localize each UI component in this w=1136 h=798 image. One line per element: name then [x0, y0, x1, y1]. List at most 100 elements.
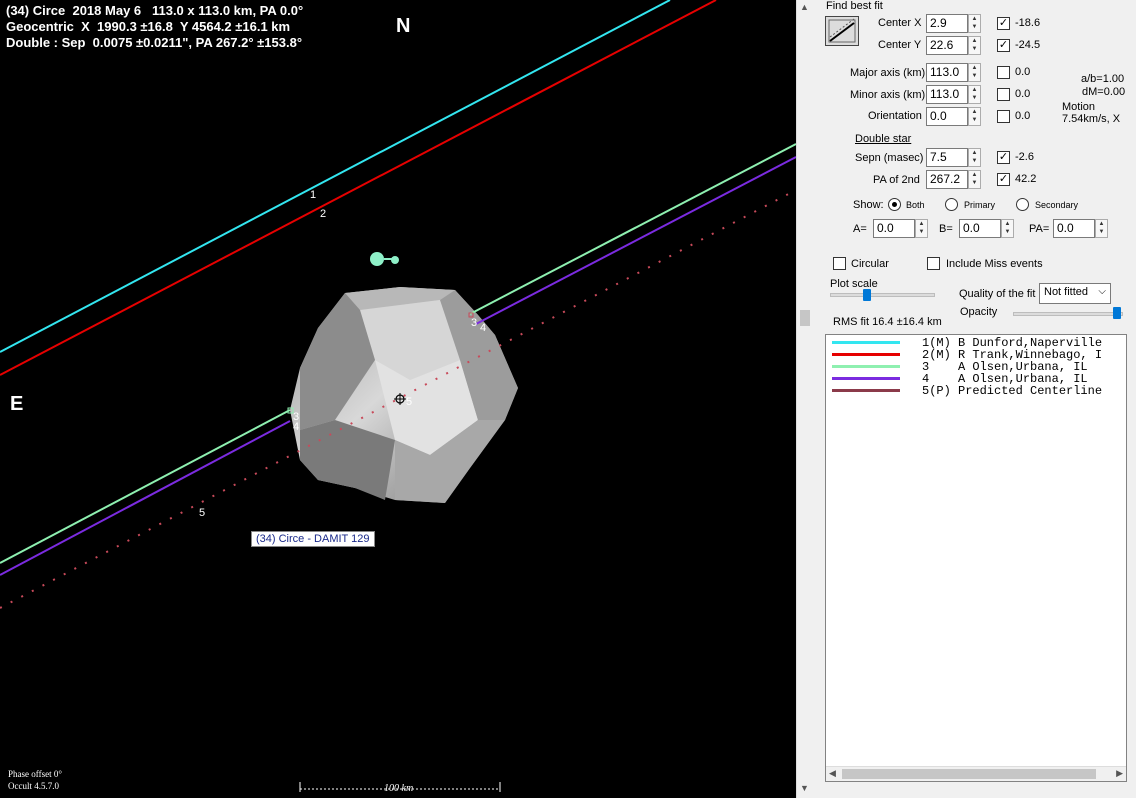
list-item[interactable]: 5(P) Predicted Centerline [830, 385, 1126, 397]
scroll-right-icon[interactable]: ▶ [1116, 768, 1123, 779]
chord-4-line-right [475, 156, 796, 325]
double-star-heading: Double star [855, 133, 912, 145]
motion-value: 7.54km/s, X [1062, 113, 1121, 125]
pa2-checkbox[interactable]: ✓ [997, 173, 1010, 186]
scroll-down-icon[interactable]: ▼ [800, 783, 809, 793]
plot-scale-slider[interactable] [863, 289, 871, 301]
chart-icon [828, 18, 856, 43]
major-axis-label: Major axis (km) [850, 67, 926, 79]
plot-scale-track[interactable] [830, 293, 935, 297]
rms-fit-text: RMS fit 16.4 ±16.4 km [833, 316, 942, 328]
center-x-label: Center X [878, 17, 922, 29]
sepn-checkbox[interactable]: ✓ [997, 151, 1010, 164]
chord-3-line-left [0, 409, 291, 564]
chord-swatch [832, 365, 900, 368]
minor-axis-input[interactable]: 113.0 [926, 85, 968, 104]
find-best-fit-button[interactable] [825, 16, 859, 46]
plot-header-double: Double : Sep 0.0075 ±0.0211", PA 267.2° … [6, 35, 303, 50]
orientation-spinner[interactable]: ▲ ▼ [968, 107, 981, 126]
phase-offset-text: Phase offset 0° [8, 769, 62, 779]
chord-label-2: 2 [320, 208, 327, 220]
show-secondary-label: Secondary [1035, 200, 1079, 210]
center-x-input[interactable]: 2.9 [926, 14, 968, 33]
opacity-slider[interactable] [1113, 307, 1121, 319]
show-primary-label: Primary [964, 200, 995, 210]
b-spinner[interactable]: ▲ ▼ [1001, 219, 1014, 238]
chord-swatch [832, 377, 900, 380]
b-label: B= [939, 223, 953, 235]
circular-label: Circular [851, 258, 889, 270]
chord-swatch [832, 341, 900, 344]
sepn-fit-value: -2.6 [1015, 151, 1034, 163]
version-text: Occult 4.5.7.0 [8, 781, 59, 791]
orientation-checkbox[interactable] [997, 110, 1010, 123]
center-y-spinner[interactable]: ▲ ▼ [968, 36, 981, 55]
major-axis-spinner[interactable]: ▲ ▼ [968, 63, 981, 82]
pa2-fit-value: 42.2 [1015, 173, 1037, 185]
a-label: A= [853, 223, 867, 235]
center-y-fit-value: -24.5 [1015, 39, 1041, 51]
chord-swatch [832, 389, 900, 392]
plot-header-geocentric: Geocentric X 1990.3 ±16.8 Y 4564.2 ±16.1… [6, 19, 291, 34]
pa-spinner[interactable]: ▲ ▼ [1095, 219, 1108, 238]
major-axis-fit-value: 0.0 [1015, 66, 1031, 78]
center-y-checkbox[interactable]: ✓ [997, 39, 1010, 52]
include-miss-checkbox[interactable] [927, 257, 940, 270]
chord-1-line [0, 0, 671, 353]
fit-panel: Find best fit Center X 2.9 ▲ ▼ ✓ -18.6 Ce… [813, 0, 1136, 798]
chord-list[interactable]: 1(M) B Dunford,Naperville 2(M) R Trank,W… [825, 334, 1127, 782]
pa2-input[interactable]: 267.2 [926, 170, 968, 189]
orientation-fit-value: 0.0 [1015, 110, 1031, 122]
circular-checkbox[interactable] [833, 257, 846, 270]
minor-axis-spinner[interactable]: ▲ ▼ [968, 85, 981, 104]
a-spinner[interactable]: ▲ ▼ [915, 219, 928, 238]
major-axis-input[interactable]: 113.0 [926, 63, 968, 82]
pa2-spinner[interactable]: ▲ ▼ [968, 170, 981, 189]
a-input[interactable]: 0.0 [873, 219, 915, 238]
chord-label-3b: 3 [471, 317, 478, 329]
quality-select[interactable]: Not fitted ⌵ [1039, 283, 1111, 304]
sepn-input[interactable]: 7.5 [926, 148, 968, 167]
include-miss-label: Include Miss events [946, 258, 1043, 270]
b-input[interactable]: 0.0 [959, 219, 1001, 238]
pa-label: PA= [1029, 223, 1050, 235]
minor-axis-checkbox[interactable] [997, 88, 1010, 101]
show-secondary-radio[interactable] [1016, 198, 1029, 211]
scrollbar-thumb[interactable] [800, 310, 810, 326]
chord-label-5-center: 5 [406, 396, 413, 408]
north-label: N [396, 15, 411, 37]
opacity-track[interactable] [1013, 312, 1123, 316]
center-y-input[interactable]: 22.6 [926, 36, 968, 55]
pa-input[interactable]: 0.0 [1053, 219, 1095, 238]
minor-axis-label: Minor axis (km) [850, 89, 926, 101]
quality-label: Quality of the fit [959, 288, 1036, 300]
ab-ratio-text: a/b=1.00 [1081, 73, 1125, 85]
vertical-scrollbar[interactable]: ▲ ▼ [796, 0, 813, 798]
horizontal-scrollbar[interactable]: ◀ ▶ [826, 766, 1126, 781]
find-best-fit-label: Find best fit [826, 0, 883, 12]
show-both-radio[interactable] [888, 198, 901, 211]
satellite-marker-secondary [391, 256, 399, 264]
orientation-label: Orientation [868, 110, 922, 122]
center-x-spinner[interactable]: ▲ ▼ [968, 14, 981, 33]
scroll-up-icon[interactable]: ▲ [800, 2, 809, 12]
quality-value: Not fitted [1044, 286, 1089, 298]
major-axis-checkbox[interactable] [997, 66, 1010, 79]
show-primary-radio[interactable] [945, 198, 958, 211]
orientation-input[interactable]: 0.0 [926, 107, 968, 126]
minor-axis-fit-value: 0.0 [1015, 88, 1031, 100]
center-y-label: Center Y [878, 39, 922, 51]
east-label: E [10, 393, 24, 415]
center-x-checkbox[interactable]: ✓ [997, 17, 1010, 30]
sepn-label: Sepn (masec) [855, 152, 924, 164]
satellite-marker-primary [370, 252, 384, 266]
chord-label-5: 5 [199, 507, 206, 519]
scroll-left-icon[interactable]: ◀ [829, 768, 836, 779]
pa2-label: PA of 2nd [873, 174, 920, 186]
profile-plot[interactable]: (34) Circe 2018 May 6 113.0 x 113.0 km, … [0, 0, 796, 798]
opacity-label: Opacity [960, 306, 998, 318]
hscroll-thumb[interactable] [842, 769, 1096, 779]
show-both-label: Both [906, 200, 925, 210]
plot-header-title: (34) Circe 2018 May 6 113.0 x 113.0 km, … [6, 3, 304, 18]
sepn-spinner[interactable]: ▲ ▼ [968, 148, 981, 167]
